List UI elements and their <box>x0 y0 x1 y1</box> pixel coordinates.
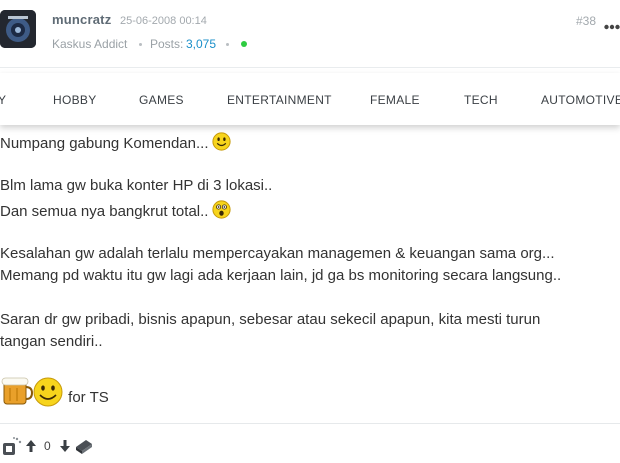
category-female[interactable]: FEMALE <box>370 93 420 107</box>
category-item[interactable]: Y <box>0 93 6 107</box>
post-line: Numpang gabung Komendan... <box>0 132 232 156</box>
post-text: Numpang gabung Komendan... <box>0 135 209 152</box>
posts-label: Posts: <box>150 37 184 51</box>
post-line: tangan sendiri.. <box>0 333 103 350</box>
smile-emoji-icon <box>212 132 232 156</box>
post-number[interactable]: #38 <box>576 14 596 28</box>
footer-divider <box>0 423 620 424</box>
post-line: Memang pd waktu itu gw lagi ada kerjaan … <box>0 267 562 284</box>
post-date: 25-06-2008 00:14 <box>120 15 207 27</box>
category-tech[interactable]: TECH <box>464 93 498 107</box>
username-link[interactable]: muncratz <box>52 12 111 27</box>
post-text: for TS <box>68 389 109 406</box>
category-nav: Y HOBBY GAMES ENTERTAINMENT FEMALE TECH … <box>0 73 620 125</box>
posts-count[interactable]: 3,075 <box>186 37 216 51</box>
arrow-down-icon[interactable] <box>58 438 72 454</box>
cendol-beer-emoji-icon <box>0 374 64 422</box>
reply-icon[interactable] <box>74 437 94 455</box>
post-line: Saran dr gw pribadi, bisnis apapun, sebe… <box>0 311 541 328</box>
user-rank: Kaskus Addict <box>52 37 128 51</box>
post-line: for TS <box>0 374 109 410</box>
header-divider <box>0 67 620 68</box>
post-text: Dan semua nya bangkrut total.. <box>0 203 209 220</box>
category-games[interactable]: GAMES <box>139 93 184 107</box>
shocked-emoji-icon <box>212 200 232 224</box>
quote-icon[interactable] <box>2 436 22 456</box>
user-avatar[interactable] <box>0 10 36 48</box>
separator-dot <box>226 43 229 46</box>
category-hobby[interactable]: HOBBY <box>53 93 97 107</box>
post-line: Dan semua nya bangkrut total.. <box>0 200 232 224</box>
more-dots-icon[interactable] <box>604 17 620 30</box>
category-automotive[interactable]: AUTOMOTIVE <box>541 93 620 107</box>
arrow-up-icon[interactable] <box>24 438 38 454</box>
post-line: Blm lama gw buka konter HP di 3 lokasi.. <box>0 177 273 194</box>
category-entertainment[interactable]: ENTERTAINMENT <box>227 93 332 107</box>
post-line: Kesalahan gw adalah terlalu mempercayaka… <box>0 245 555 262</box>
vote-count: 0 <box>44 439 51 453</box>
online-status-icon <box>241 41 247 47</box>
separator-dot <box>139 43 142 46</box>
